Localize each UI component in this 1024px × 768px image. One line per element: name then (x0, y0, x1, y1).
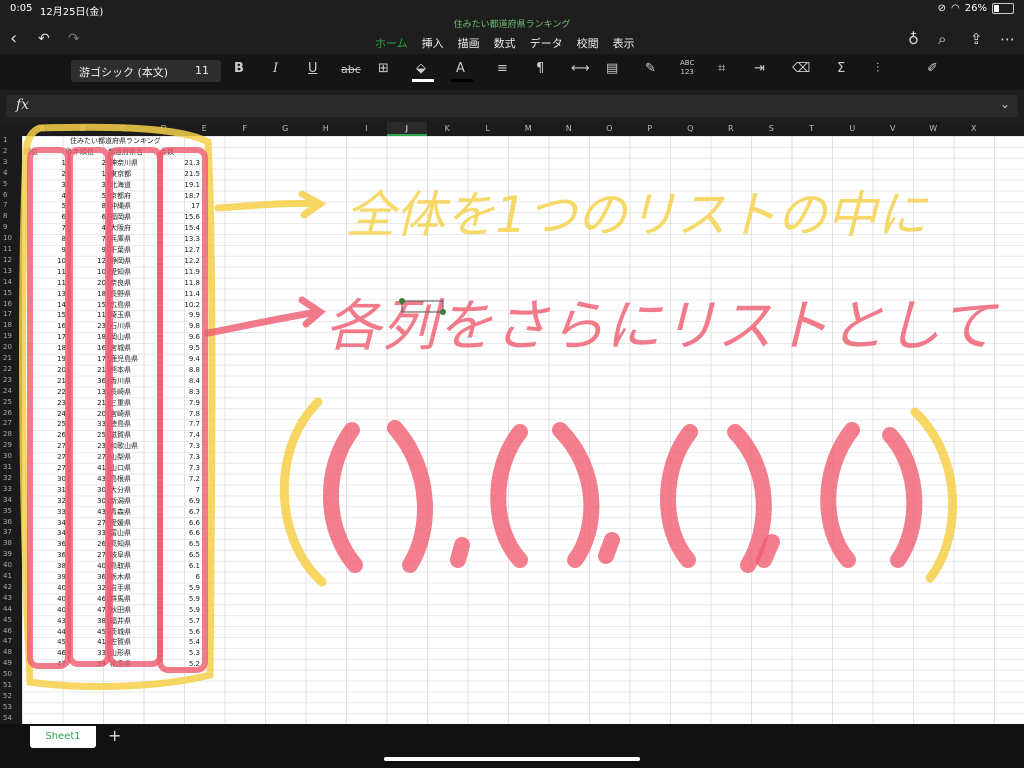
bracket-diagram (279, 397, 958, 587)
annotation-line1: 全体を1つのリストの中に (345, 186, 929, 244)
red-arrow (204, 296, 326, 337)
annotation-line2: 各列をさらにリストとして (325, 294, 999, 359)
yellow-outline-box (19, 123, 216, 690)
selection-handle[interactable] (440, 309, 446, 315)
red-column-outlines (27, 147, 208, 673)
sheet-tab[interactable]: Sheet1 (30, 726, 96, 748)
yellow-arrow (214, 190, 327, 219)
home-indicator (384, 757, 640, 761)
selection-handle[interactable] (399, 298, 405, 304)
add-sheet-button[interactable]: + (108, 726, 121, 745)
sheet-tab-bar: Sheet1 + (0, 724, 1024, 768)
handwritten-annotation-layer: 全体を1つのリストの中に 各列をさらにリストとして (19, 123, 999, 690)
